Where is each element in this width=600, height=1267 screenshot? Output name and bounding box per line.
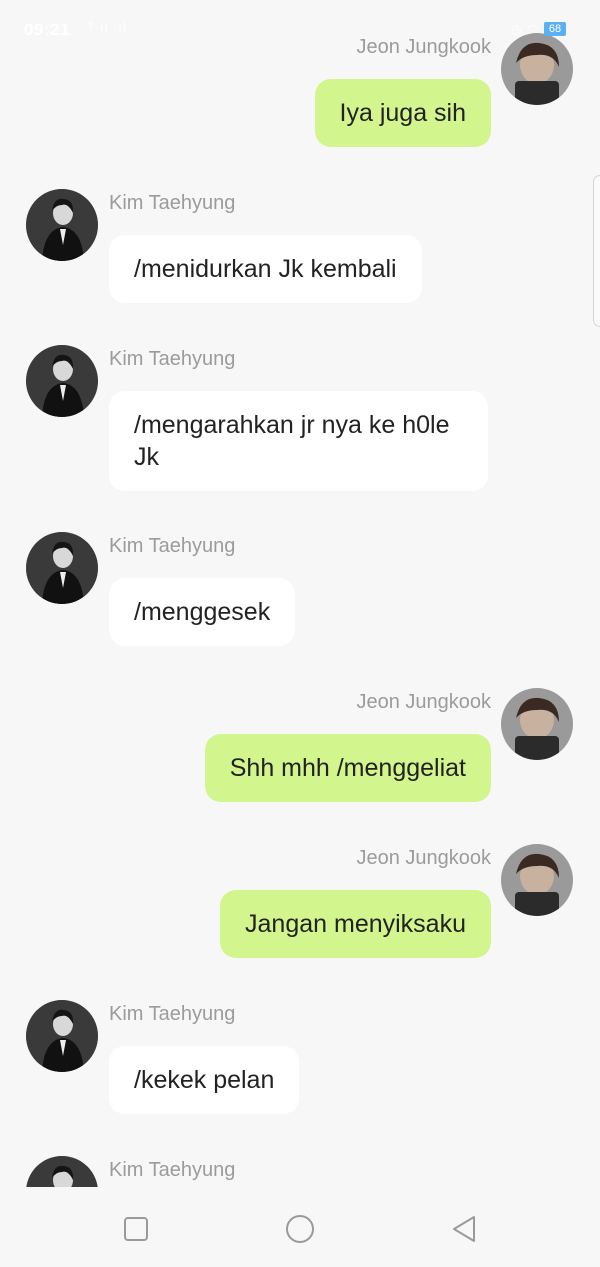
avatar-taehyung-image [26,1000,98,1072]
message-bubble-incoming[interactable]: /menggesek [109,578,296,646]
avatar-taehyung-image [26,532,98,604]
scroll-indicator[interactable] [593,175,600,327]
avatar-taehyung[interactable] [26,189,98,261]
avatar-jungkook-image [501,844,573,916]
sender-name: Kim Taehyung [109,348,236,370]
avatar-taehyung[interactable] [26,1000,98,1072]
recent-apps-icon[interactable] [120,1213,152,1245]
sender-name: Kim Taehyung [109,1003,236,1025]
battery-icon: 68 [544,22,566,36]
status-icons: ◷ ◠ 68 [511,22,566,36]
message-bubble-outgoing[interactable]: Shh mhh /menggeliat [204,734,491,802]
message-bubble-incoming[interactable]: /mengarahkan jr nya ke h0le Jk [109,391,488,491]
avatar-taehyung-image [26,1156,98,1187]
status-time: 09:21 [24,20,70,39]
sender-name: Jeon Jungkook [356,847,491,869]
back-icon[interactable] [448,1213,480,1245]
message-bubble-incoming[interactable]: /menidurkan Jk kembali [109,235,422,303]
status-bar: 09:21 ᵀ·ıl ·ıl ◷ ◠ 68 [0,0,600,62]
avatar-taehyung-image [26,189,98,261]
avatar-taehyung[interactable] [26,532,98,604]
home-icon[interactable] [284,1213,316,1245]
avatar-taehyung-image [26,345,98,417]
signal-icon: ᵀ·ıl ·ıl [88,20,127,35]
sender-name: Kim Taehyung [109,192,236,214]
alarm-icon: ◷ [511,22,522,36]
sender-name: Kim Taehyung [109,535,236,557]
navigation-bar [0,1187,600,1267]
message-bubble-outgoing[interactable]: Iya juga sih [314,79,491,147]
wifi-icon: ◠ [527,22,538,36]
sender-name: Kim Taehyung [109,1159,236,1181]
avatar-jungkook[interactable] [501,688,573,760]
avatar-jungkook-image [501,688,573,760]
chat-area[interactable]: Jeon Jungkook Iya juga sih Kim Taehyung … [0,0,600,1187]
avatar-taehyung[interactable] [26,345,98,417]
avatar-taehyung[interactable] [26,1156,98,1187]
sender-name: Jeon Jungkook [356,691,491,713]
avatar-jungkook[interactable] [501,844,573,916]
message-bubble-outgoing[interactable]: Jangan menyiksaku [220,890,491,958]
message-bubble-incoming[interactable]: /kekek pelan [109,1046,300,1114]
